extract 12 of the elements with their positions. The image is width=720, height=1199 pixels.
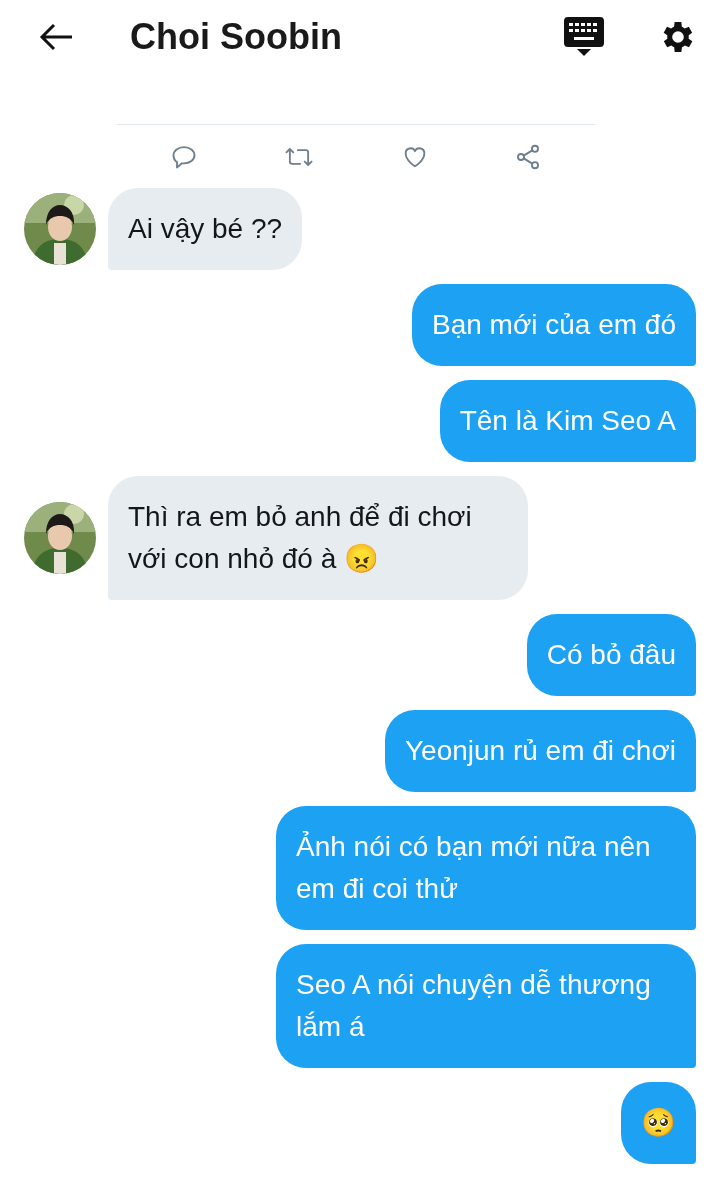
- message-bubble: Tên là Kim Seo A: [439, 380, 696, 462]
- message-bubble: Yeonjun rủ em đi chơi: [384, 710, 696, 792]
- message-bubble: Bạn mới của em đó: [411, 284, 696, 366]
- message-bubble: Ảnh nói có bạn mới nữa nên em đi coi thử: [276, 806, 696, 930]
- message-bubble: Seo A nói chuyện dễ thương lắm á: [276, 944, 696, 1068]
- message-bubble: Thì ra em bỏ anh để đi chơi với con nhỏ đó à 😠: [108, 476, 528, 600]
- keyboard-icon[interactable]: [564, 17, 604, 57]
- back-icon[interactable]: [38, 22, 74, 52]
- message-bubble: Ai vậy bé ??: [108, 188, 303, 270]
- message-bubble: 🥺: [621, 1082, 696, 1164]
- conversation-title: Choi Soobin: [130, 16, 343, 58]
- message-bubble: Có bỏ đâu: [526, 614, 696, 696]
